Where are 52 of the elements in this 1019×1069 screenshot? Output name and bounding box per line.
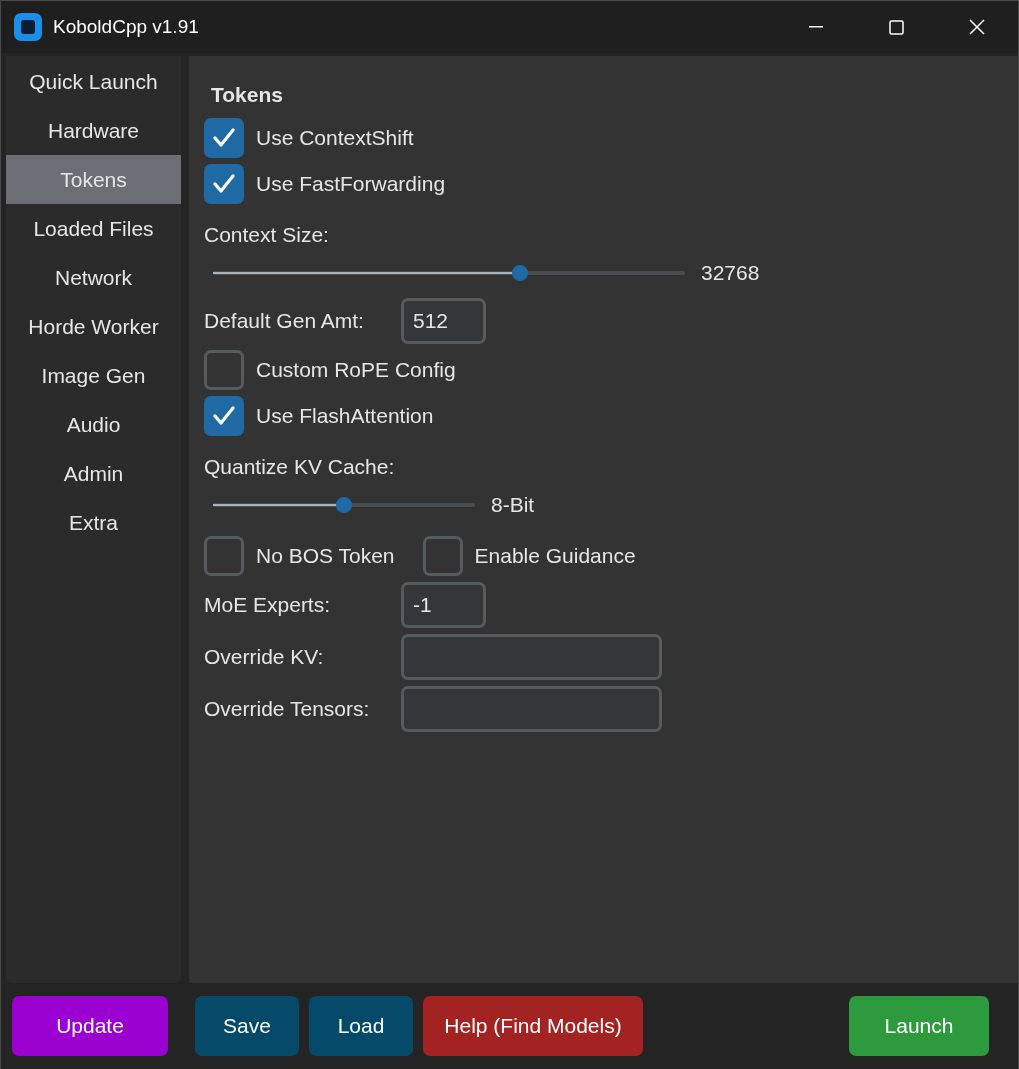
checkbox-label: Custom RoPE Config <box>256 357 456 384</box>
update-button[interactable]: Update <box>12 996 168 1056</box>
slider[interactable] <box>213 265 685 281</box>
checkbox[interactable] <box>204 350 244 390</box>
sidebar-item[interactable]: Horde Worker <box>6 302 181 351</box>
sidebar-item[interactable]: Tokens <box>6 155 181 204</box>
save-button[interactable]: Save <box>195 996 299 1056</box>
load-button[interactable]: Load <box>309 996 413 1056</box>
section-title: Tokens <box>211 82 283 108</box>
checkbox-label: Use ContextShift <box>256 125 414 152</box>
checkbox[interactable] <box>204 164 244 204</box>
help-button[interactable]: Help (Find Models) <box>423 996 643 1056</box>
slider-value: 32768 <box>701 260 760 287</box>
input-field[interactable] <box>401 686 662 732</box>
field-label: Context Size: <box>204 222 329 248</box>
slider-value: 8-Bit <box>491 492 535 519</box>
checkbox-label: No BOS Token <box>256 543 395 570</box>
sidebar-item[interactable]: Loaded Files <box>6 204 181 253</box>
checkbox-label: Use FastForwarding <box>256 171 446 198</box>
input-field[interactable]: -1 <box>401 582 486 628</box>
input-field[interactable] <box>401 634 662 680</box>
sidebar-item[interactable]: Admin <box>6 449 181 498</box>
sidebar-item[interactable]: Quick Launch <box>6 57 181 106</box>
field-label: Default Gen Amt: <box>204 308 365 335</box>
sidebar-item[interactable]: Hardware <box>6 106 181 155</box>
minimize-icon <box>809 26 823 28</box>
field-label: Quantize KV Cache: <box>204 454 395 480</box>
field-label: Override Tensors: <box>204 696 371 723</box>
sidebar-item[interactable]: Audio <box>6 400 181 449</box>
checkbox-label: Enable Guidance <box>474 543 636 570</box>
window-title: KoboldCpp v1.91 <box>53 14 199 39</box>
check-icon <box>213 406 235 426</box>
field-label: MoE Experts: <box>204 592 332 619</box>
slider-thumb[interactable] <box>336 497 352 513</box>
app-logo-icon <box>14 13 42 41</box>
checkbox[interactable] <box>204 118 244 158</box>
sidebar-item[interactable]: Image Gen <box>6 351 181 400</box>
slider[interactable] <box>213 497 475 513</box>
checkbox[interactable] <box>422 536 463 576</box>
sidebar-item[interactable]: Extra <box>6 498 181 547</box>
checkbox[interactable] <box>204 536 244 576</box>
check-icon <box>213 128 235 148</box>
check-icon <box>213 174 235 194</box>
close-icon <box>969 19 985 35</box>
field-label: Override KV: <box>204 644 325 671</box>
maximize-icon <box>888 19 904 35</box>
input-field[interactable]: 512 <box>401 298 486 344</box>
slider-thumb[interactable] <box>511 265 528 281</box>
checkbox-label: Use FlashAttention <box>256 403 434 430</box>
sidebar-item[interactable]: Network <box>6 253 181 302</box>
launch-button[interactable]: Launch <box>849 996 989 1056</box>
checkbox[interactable] <box>204 396 244 436</box>
